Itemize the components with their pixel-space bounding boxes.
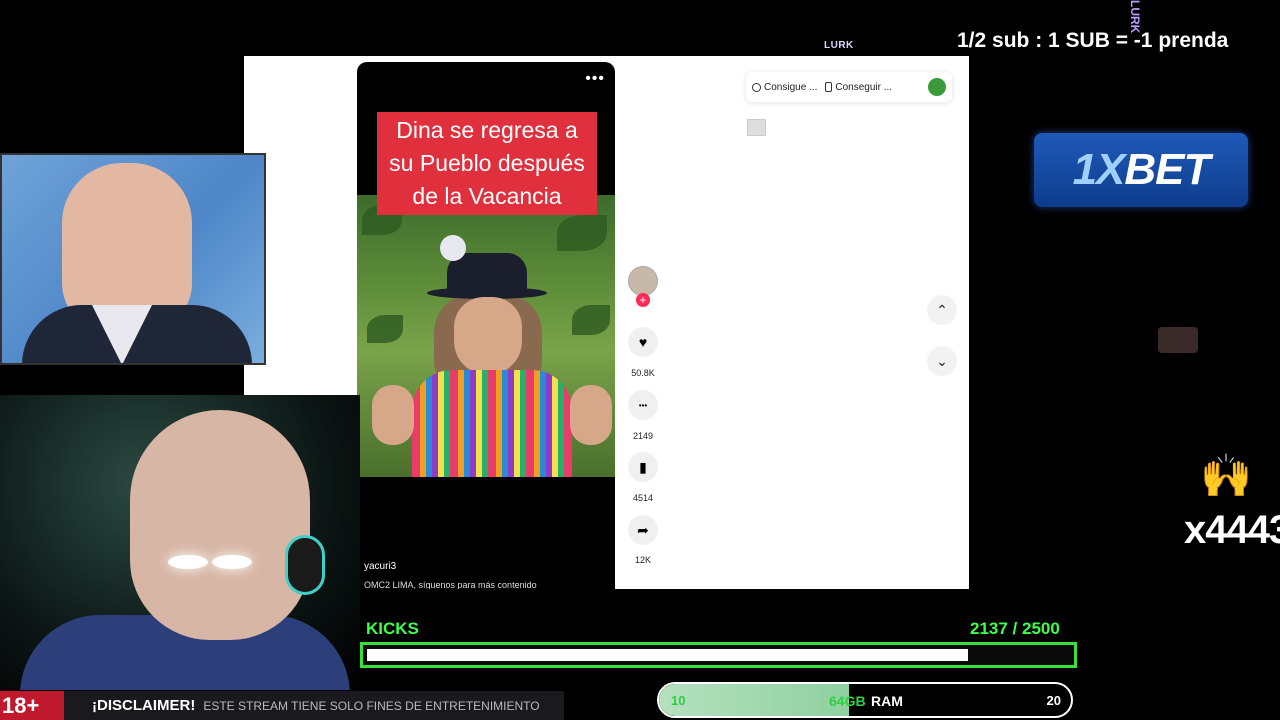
disclaimer-banner: ¡DISCLAIMER! ESTE STREAM TIENE SOLO FINE… <box>64 691 564 720</box>
comment-button[interactable]: ••• <box>628 390 658 420</box>
age-badge: 18+ <box>0 691 64 720</box>
person-figure <box>372 235 612 477</box>
kicks-label: KICKS <box>366 619 419 638</box>
ram-progress-bar: 10 64GB RAM 20 <box>657 682 1073 718</box>
ram-min: 10 <box>671 693 686 708</box>
comment-count: 2149 <box>632 431 654 441</box>
save-count: 4514 <box>632 493 654 503</box>
follow-button[interactable]: + <box>636 293 650 307</box>
ram-value: 64GB <box>829 693 866 709</box>
sponsor-logo-part-b: BET <box>1124 145 1210 194</box>
creator-avatar[interactable] <box>628 266 658 296</box>
thumbnail-image <box>747 119 766 136</box>
heart-icon: ♥ <box>638 334 648 350</box>
ram-progress-fill <box>659 684 849 716</box>
get-coins-label: Consigue ... <box>764 81 818 93</box>
share-icon: ➦ <box>637 521 649 538</box>
save-button[interactable]: ▮ <box>628 452 658 482</box>
overlay-image-portrait <box>0 153 266 365</box>
kicks-progress-fill <box>367 649 968 661</box>
previous-video-button[interactable]: ⌃ <box>927 295 957 325</box>
more-options-icon[interactable]: ••• <box>585 70 605 88</box>
video-frame <box>357 195 615 477</box>
like-button[interactable]: ♥ <box>628 327 658 357</box>
disclaimer-text: ESTE STREAM TIENE SOLO FINES DE ENTRETEN… <box>203 698 540 713</box>
sub-goal-text: 1/2 sub : 1 SUB = -1 prenda <box>957 29 1229 52</box>
video-player[interactable]: ••• Dina se regresa a su Pueblo después … <box>357 62 615 589</box>
chevron-up-icon: ⌃ <box>936 301 948 318</box>
kicks-progress-bar <box>360 642 1077 668</box>
disclaimer-title: ¡DISCLAIMER! <box>92 697 196 714</box>
get-app-button[interactable]: Conseguir ... <box>825 82 892 93</box>
top-actions-bar: Consigue ... Conseguir ... <box>746 72 952 102</box>
ram-max: 20 <box>1046 693 1061 708</box>
side-text: x4443 <box>1184 508 1280 552</box>
like-count: 50.8K <box>631 368 655 378</box>
share-count: 12K <box>634 555 651 565</box>
bot-icon <box>1158 327 1198 353</box>
video-description: OMC2 LIMA, síguenos para más contenido <box>364 580 537 589</box>
coin-icon <box>752 82 761 92</box>
video-caption: Dina se regresa a su Pueblo después de l… <box>377 112 597 215</box>
sponsor-logo: 1XBET <box>1034 133 1248 207</box>
chevron-down-icon: ⌄ <box>936 352 948 369</box>
sponsor-logo-part-a: 1X <box>1072 145 1126 194</box>
phone-icon <box>825 82 833 92</box>
video-username[interactable]: yacuri3 <box>364 561 396 572</box>
profile-avatar[interactable] <box>928 78 946 96</box>
kicks-count: 2137 / 2500 <box>970 619 1060 638</box>
lurk-label: LURK <box>824 40 854 51</box>
raised-hands-icon: 🙌 <box>1200 452 1253 499</box>
streamer-webcam <box>0 395 360 690</box>
get-app-label: Conseguir ... <box>835 81 893 93</box>
next-video-button[interactable]: ⌄ <box>927 346 957 376</box>
headset-icon <box>285 535 325 595</box>
comment-icon: ••• <box>638 400 648 410</box>
ram-label: RAM <box>871 693 903 709</box>
get-coins-button[interactable]: Consigue ... <box>752 82 817 93</box>
bookmark-icon: ▮ <box>639 458 647 475</box>
share-button[interactable]: ➦ <box>628 515 658 545</box>
